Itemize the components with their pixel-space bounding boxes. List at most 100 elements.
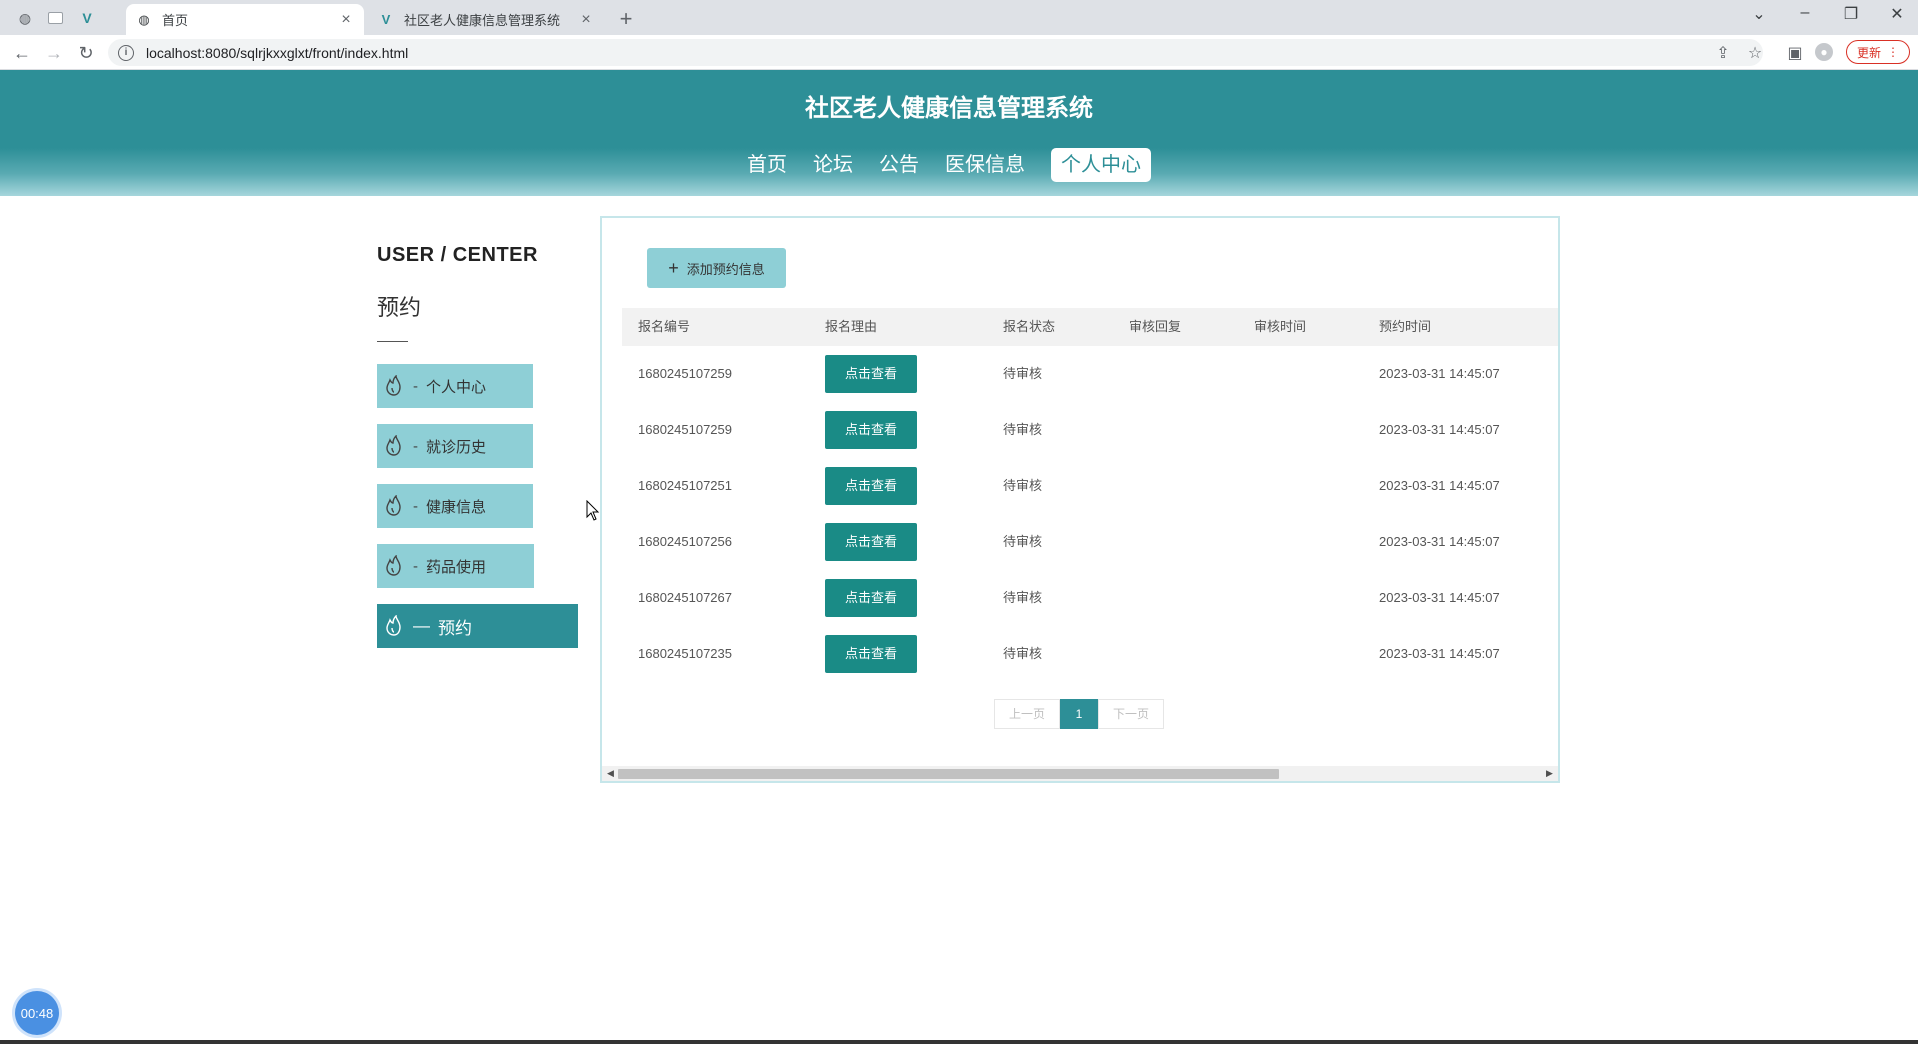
site-info-icon[interactable]: i [118, 44, 134, 61]
bookmark-star-icon[interactable]: ☆ [1745, 43, 1765, 63]
cell-status: 待审核 [1003, 422, 1043, 437]
tab-title: 首页 [162, 13, 189, 28]
flame-icon [383, 495, 405, 517]
sidebar-item-user-center[interactable]: - 个人中心 [377, 364, 533, 408]
sidebar-item-medication[interactable]: - 药品使用 [377, 544, 534, 588]
taskbar-edge [0, 1040, 1918, 1044]
back-arrow-icon[interactable]: ← [10, 41, 34, 65]
nav-user-center[interactable]: 个人中心 [1051, 148, 1151, 182]
sidebar-item-label: 药品使用 [426, 558, 487, 576]
forward-arrow-icon[interactable]: → [42, 41, 66, 65]
globe-icon: ◍ [138, 11, 150, 27]
cell-appointment-time: 2023-03-31 14:45:07 [1379, 590, 1500, 605]
scroll-right-arrow-icon[interactable]: ▶ [1546, 768, 1553, 779]
cell-id: 1680245107259 [638, 366, 732, 381]
tab-title: 社区老人健康信息管理系统 [404, 13, 561, 28]
cell-appointment-time: 2023-03-31 14:45:07 [1379, 478, 1500, 493]
cell-status: 待审核 [1003, 366, 1043, 381]
view-button[interactable]: 点击查看 [825, 635, 917, 673]
sidebar-item-health-info[interactable]: - 健康信息 [377, 484, 533, 528]
table-row: 1680245107256 点击查看 待审核 2023-03-31 14:45:… [622, 514, 1558, 570]
nav-forum[interactable]: 论坛 [813, 148, 853, 182]
pinned-tab-globe-icon[interactable]: ◍ [12, 7, 38, 29]
cell-id: 1680245107259 [638, 422, 732, 437]
cell-status: 待审核 [1003, 646, 1043, 661]
vue-icon: V [381, 12, 391, 27]
nav-medical-insurance[interactable]: 医保信息 [945, 148, 1025, 182]
update-label: 更新 [1856, 45, 1881, 60]
user-center-heading: USER / CENTER [377, 244, 538, 266]
address-bar[interactable]: i localhost:8080/sqlrjkxxglxt/front/inde… [108, 39, 1763, 66]
page-number-current[interactable]: 1 [1060, 699, 1098, 729]
browser-toolbar: ← → ↻ i localhost:8080/sqlrjkxxglxt/fron… [0, 35, 1918, 70]
flame-icon [383, 555, 405, 577]
sidebar-item-label: 预约 [438, 618, 472, 638]
nav-home[interactable]: 首页 [747, 148, 787, 182]
view-button[interactable]: 点击查看 [825, 355, 917, 393]
browser-tab[interactable]: V 社区老人健康信息管理系统 × [368, 4, 604, 35]
site-title: 社区老人健康信息管理系统 [805, 95, 1093, 122]
minimize-button[interactable]: – [1790, 4, 1820, 22]
pinned-tab-blank-icon[interactable] [42, 7, 68, 29]
scroll-left-arrow-icon[interactable]: ◀ [607, 768, 614, 779]
recording-timer-badge[interactable]: 00:48 [15, 991, 59, 1035]
horizontal-scrollbar[interactable]: ◀ ▶ [602, 766, 1558, 781]
tab-search-icon[interactable]: ⌄ [1744, 4, 1774, 24]
cell-status: 待审核 [1003, 478, 1043, 493]
plus-icon: + [668, 257, 679, 278]
restore-button[interactable]: ❐ [1836, 4, 1866, 24]
next-page-button[interactable]: 下一页 [1098, 699, 1164, 729]
cell-status: 待审核 [1003, 590, 1043, 605]
cell-id: 1680245107251 [638, 478, 732, 493]
share-icon[interactable]: ⇪ [1713, 43, 1733, 63]
column-header: 审核时间 [1254, 319, 1307, 334]
sidebar-item-appointment[interactable]: — 预约 [377, 604, 578, 648]
side-panel-icon[interactable]: ▣ [1785, 43, 1805, 63]
view-button[interactable]: 点击查看 [825, 467, 917, 505]
scrollbar-thumb[interactable] [618, 769, 1279, 779]
more-menu-icon: ⋮ [1887, 45, 1899, 59]
close-window-button[interactable]: ✕ [1882, 4, 1912, 24]
flame-icon [383, 375, 405, 397]
cell-id: 1680245107235 [638, 646, 732, 661]
view-button[interactable]: 点击查看 [825, 411, 917, 449]
cell-appointment-time: 2023-03-31 14:45:07 [1379, 422, 1500, 437]
column-header: 报名理由 [825, 319, 878, 334]
view-button[interactable]: 点击查看 [825, 523, 917, 561]
close-tab-icon[interactable]: × [578, 11, 594, 29]
prev-page-button[interactable]: 上一页 [994, 699, 1060, 729]
nav-notice[interactable]: 公告 [879, 148, 919, 182]
browser-tab-active[interactable]: ◍ 首页 × [126, 4, 364, 35]
table-row: 1680245107235 点击查看 待审核 2023-03-31 14:45:… [622, 626, 1558, 682]
reload-icon[interactable]: ↻ [74, 41, 98, 65]
browser-tab-strip: ◍ V ◍ 首页 × V 社区老人健康信息管理系统 × + ⌄ – ❐ ✕ [0, 0, 1918, 35]
url-text[interactable]: localhost:8080/sqlrjkxxglxt/front/index.… [146, 45, 408, 61]
sidebar-item-visit-history[interactable]: - 就诊历史 [377, 424, 533, 468]
cell-id: 1680245107256 [638, 534, 732, 549]
column-header: 审核回复 [1129, 319, 1182, 334]
cell-id: 1680245107267 [638, 590, 732, 605]
flame-icon [383, 615, 405, 637]
divider [377, 341, 408, 342]
column-header: 预约时间 [1379, 319, 1432, 334]
new-tab-button[interactable]: + [613, 6, 639, 32]
main-nav: 首页 论坛 公告 医保信息 个人中心 [747, 148, 1177, 182]
view-button[interactable]: 点击查看 [825, 579, 917, 617]
sidebar-item-label: 健康信息 [426, 498, 487, 516]
pagination: 上一页 1 下一页 [994, 699, 1164, 729]
sidebar-item-label: 个人中心 [426, 378, 487, 396]
pinned-tab-vue-icon[interactable]: V [74, 7, 100, 29]
add-appointment-button[interactable]: + 添加预约信息 [647, 248, 786, 288]
site-header: 社区老人健康信息管理系统 首页 论坛 公告 医保信息 个人中心 [0, 70, 1918, 196]
column-header: 报名编号 [638, 319, 691, 334]
column-header: 报名状态 [1003, 319, 1056, 334]
section-subheading: 预约 [377, 295, 422, 320]
flame-icon [383, 435, 405, 457]
browser-update-button[interactable]: 更新 ⋮ [1846, 40, 1910, 64]
table-row: 1680245107259 点击查看 待审核 2023-03-31 14:45:… [622, 402, 1558, 458]
appointment-panel: + 添加预约信息 报名编号 报名理由 报名状态 审核回复 审核时间 预约时间 1… [600, 216, 1560, 783]
table-row: 1680245107267 点击查看 待审核 2023-03-31 14:45:… [622, 570, 1558, 626]
profile-avatar-icon[interactable]: ● [1815, 43, 1833, 61]
mouse-cursor-icon [586, 500, 600, 521]
close-tab-icon[interactable]: × [338, 11, 354, 29]
